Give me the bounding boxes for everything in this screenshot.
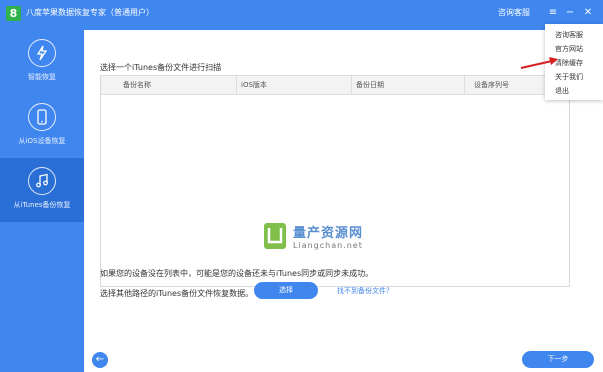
- back-button[interactable]: ←: [92, 352, 108, 368]
- close-icon[interactable]: ✕: [582, 6, 594, 20]
- minimize-icon[interactable]: −: [564, 6, 576, 20]
- sidebar: 智能恢复 从iOS设备恢复 从iTunes备份恢复: [0, 30, 84, 372]
- lightning-icon: [28, 39, 56, 67]
- backup-table[interactable]: 备份名称 iOS版本 备份日期 设备序列号 量产资源网 Liangchan.ne…: [100, 75, 570, 287]
- sidebar-item-smart-recovery[interactable]: 智能恢复: [0, 30, 84, 94]
- menu-item-support[interactable]: 咨询客服: [555, 30, 583, 40]
- sidebar-item-ios-device[interactable]: 从iOS设备恢复: [0, 94, 84, 158]
- menu-item-clear-cache[interactable]: 清除缓存: [555, 58, 583, 68]
- settings-dropdown-menu: 咨询客服 官方网站 清除缓存 关于我们 退出: [545, 24, 603, 100]
- phone-icon: [28, 103, 56, 131]
- menu-item-website[interactable]: 官方网站: [555, 44, 583, 54]
- no-backup-link[interactable]: 找不到备份文件？: [337, 286, 393, 296]
- menu-icon[interactable]: ≡: [547, 6, 559, 20]
- music-icon: [28, 167, 56, 195]
- select-button[interactable]: 选择: [254, 282, 318, 299]
- column-header-backup-name[interactable]: 备份名称: [123, 80, 151, 90]
- app-title: 八度苹果数据恢复专家（普通用户）: [26, 8, 154, 17]
- column-header-ios-version[interactable]: iOS版本: [241, 80, 267, 90]
- column-divider: [464, 76, 465, 94]
- column-divider: [236, 76, 237, 94]
- sidebar-item-label: 从iTunes备份恢复: [13, 201, 71, 209]
- sidebar-item-label: 从iOS设备恢复: [18, 137, 66, 145]
- main-content: 选择一个iTunes备份文件进行扫描 备份名称 iOS版本 备份日期 设备序列号…: [84, 30, 603, 372]
- page-title: 选择一个iTunes备份文件进行扫描: [100, 63, 222, 72]
- support-link[interactable]: 咨询客服: [498, 7, 530, 18]
- sidebar-item-itunes-backup[interactable]: 从iTunes备份恢复: [0, 158, 84, 222]
- watermark-subtext: Liangchan.net: [293, 241, 363, 250]
- browse-label: 选择其他路径的iTunes备份文件恢复数据。: [100, 289, 254, 298]
- watermark-text: 量产资源网: [293, 226, 364, 241]
- table-header: 备份名称 iOS版本 备份日期 设备序列号: [101, 76, 569, 95]
- watermark-logo-icon: [264, 223, 286, 249]
- column-header-serial-number[interactable]: 设备序列号: [474, 80, 509, 90]
- menu-item-exit[interactable]: 退出: [555, 86, 569, 96]
- hint-text: 如果您的设备没在列表中，可能是您的设备还未与iTunes同步或同步未成功。: [100, 269, 374, 278]
- sidebar-item-label: 智能恢复: [28, 73, 56, 81]
- app-window: 8 八度苹果数据恢复专家（普通用户） 咨询客服 ≡ − ✕ 智能恢复 从iOS设…: [0, 0, 603, 372]
- next-button[interactable]: 下一步: [522, 351, 594, 368]
- app-logo-icon: 8: [6, 6, 21, 21]
- column-header-backup-date[interactable]: 备份日期: [356, 80, 384, 90]
- column-divider: [351, 76, 352, 94]
- menu-item-about[interactable]: 关于我们: [555, 72, 583, 82]
- watermark: 量产资源网 Liangchan.net: [263, 222, 423, 256]
- title-bar: 8 八度苹果数据恢复专家（普通用户） 咨询客服 ≡ − ✕: [0, 0, 603, 30]
